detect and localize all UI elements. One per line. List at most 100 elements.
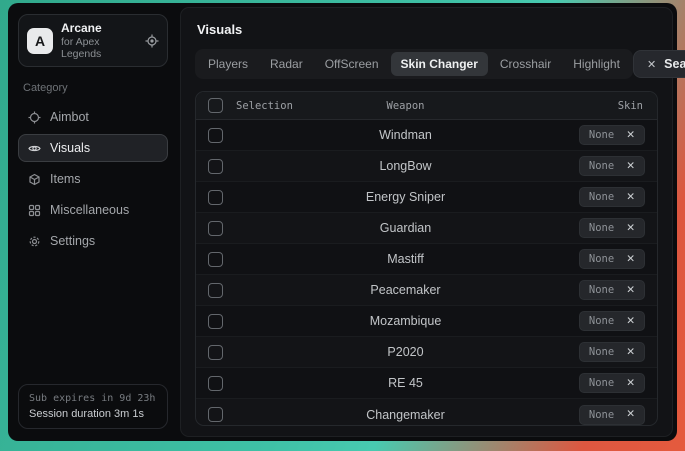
- tab-crosshair[interactable]: Crosshair: [490, 52, 561, 76]
- gear-icon: [28, 235, 41, 248]
- crosshair-icon: [28, 111, 41, 124]
- clear-skin-icon[interactable]: ✕: [626, 409, 635, 420]
- clear-skin-icon[interactable]: ✕: [626, 378, 635, 389]
- row-checkbox[interactable]: [208, 376, 223, 391]
- skin-select[interactable]: None ✕: [579, 405, 645, 425]
- weapon-name: Windman: [344, 128, 467, 142]
- row-checkbox[interactable]: [208, 159, 223, 174]
- search-button-label: Search: [664, 57, 685, 71]
- app-name: Arcane: [61, 21, 137, 35]
- sidebar-item-label: Visuals: [50, 141, 90, 155]
- main-panel: Visuals Players Radar OffScreen Skin Cha…: [180, 7, 673, 437]
- sidebar-item-items[interactable]: Items: [18, 165, 168, 193]
- skin-select[interactable]: None ✕: [579, 218, 645, 238]
- tab-skin-changer[interactable]: Skin Changer: [391, 52, 488, 76]
- sidebar-item-label: Aimbot: [50, 110, 89, 124]
- row-checkbox[interactable]: [208, 407, 223, 422]
- skin-value: None: [589, 315, 614, 327]
- eye-icon: [28, 142, 41, 155]
- table-header-row: Selection Weapon Skin: [196, 92, 657, 120]
- clear-skin-icon[interactable]: ✕: [626, 223, 635, 234]
- skin-value: None: [589, 222, 614, 234]
- weapon-name: Peacemaker: [344, 283, 467, 297]
- skin-value: None: [589, 191, 614, 203]
- sidebar-item-label: Settings: [50, 234, 95, 248]
- table-row: Energy Sniper None ✕: [196, 182, 657, 213]
- clear-skin-icon[interactable]: ✕: [626, 130, 635, 141]
- app-logo: A: [27, 28, 53, 54]
- page-title: Visuals: [197, 22, 656, 37]
- subscription-info-card: Sub expires in 9d 23h Session duration 3…: [18, 384, 168, 429]
- skin-value: None: [589, 129, 614, 141]
- tab-bar: Players Radar OffScreen Skin Changer Cro…: [195, 49, 633, 79]
- select-all-checkbox[interactable]: [208, 98, 223, 113]
- tab-radar[interactable]: Radar: [260, 52, 313, 76]
- sidebar-item-label: Miscellaneous: [50, 203, 129, 217]
- clear-skin-icon[interactable]: ✕: [626, 347, 635, 358]
- sidebar: A Arcane for Apex Legends Category: [12, 7, 174, 437]
- column-header-weapon: Weapon: [344, 100, 467, 112]
- target-icon[interactable]: [145, 34, 159, 48]
- sidebar-item-visuals[interactable]: Visuals: [18, 134, 168, 162]
- weapon-name: Guardian: [344, 221, 467, 235]
- skin-value: None: [589, 160, 614, 172]
- skin-select[interactable]: None ✕: [579, 373, 645, 393]
- skin-value: None: [589, 253, 614, 265]
- skin-changer-table: Selection Weapon Skin Windman None ✕ Long…: [195, 91, 658, 426]
- table-row: Windman None ✕: [196, 120, 657, 151]
- skin-select[interactable]: None ✕: [579, 125, 645, 145]
- tab-highlight[interactable]: Highlight: [563, 52, 630, 76]
- row-checkbox[interactable]: [208, 190, 223, 205]
- skin-value: None: [589, 284, 614, 296]
- skin-select[interactable]: None ✕: [579, 311, 645, 331]
- search-icon: ✕: [647, 58, 656, 71]
- sidebar-item-miscellaneous[interactable]: Miscellaneous: [18, 196, 168, 224]
- table-row: Guardian None ✕: [196, 213, 657, 244]
- table-row: Changemaker None✕: [196, 399, 657, 426]
- table-row: P2020 None✕: [196, 337, 657, 368]
- weapon-name: Energy Sniper: [344, 190, 467, 204]
- table-row: Peacemaker None ✕: [196, 275, 657, 306]
- skin-select[interactable]: None ✕: [579, 156, 645, 176]
- row-checkbox[interactable]: [208, 221, 223, 236]
- row-checkbox[interactable]: [208, 283, 223, 298]
- skin-select[interactable]: None ✕: [579, 280, 645, 300]
- clear-skin-icon[interactable]: ✕: [626, 316, 635, 327]
- tab-offscreen[interactable]: OffScreen: [315, 52, 389, 76]
- row-checkbox[interactable]: [208, 252, 223, 267]
- weapon-name: RE 45: [344, 376, 467, 390]
- sidebar-item-aimbot[interactable]: Aimbot: [18, 103, 168, 131]
- search-button[interactable]: ✕ Search: [633, 50, 685, 78]
- app-window: A Arcane for Apex Legends Category: [8, 3, 677, 441]
- clear-skin-icon[interactable]: ✕: [626, 192, 635, 203]
- box-icon: [28, 173, 41, 186]
- weapon-name: Mozambique: [344, 314, 467, 328]
- row-checkbox[interactable]: [208, 128, 223, 143]
- grid-icon: [28, 204, 41, 217]
- row-checkbox[interactable]: [208, 314, 223, 329]
- skin-value: None: [589, 409, 614, 421]
- table-row: LongBow None ✕: [196, 151, 657, 182]
- column-header-skin: Skin: [467, 100, 657, 112]
- session-duration-text: Session duration 3m 1s: [29, 408, 157, 420]
- clear-skin-icon[interactable]: ✕: [626, 254, 635, 265]
- row-checkbox[interactable]: [208, 345, 223, 360]
- sidebar-item-settings[interactable]: Settings: [18, 227, 168, 255]
- column-header-selection: Selection: [236, 100, 344, 112]
- clear-skin-icon[interactable]: ✕: [626, 285, 635, 296]
- table-row: RE 45 None ✕: [196, 368, 657, 399]
- skin-select[interactable]: None✕: [579, 342, 645, 362]
- tabs-row: Players Radar OffScreen Skin Changer Cro…: [195, 49, 658, 79]
- skin-value: None: [589, 377, 614, 389]
- weapon-name: LongBow: [344, 159, 467, 173]
- tab-players[interactable]: Players: [198, 52, 258, 76]
- sidebar-item-label: Items: [50, 172, 81, 186]
- clear-skin-icon[interactable]: ✕: [626, 161, 635, 172]
- table-row: Mozambique None ✕: [196, 306, 657, 337]
- skin-select[interactable]: None ✕: [579, 249, 645, 269]
- weapon-name: Mastiff: [344, 252, 467, 266]
- table-row: Mastiff None ✕: [196, 244, 657, 275]
- skin-select[interactable]: None ✕: [579, 187, 645, 207]
- weapon-name: P2020: [344, 345, 467, 359]
- sub-expiry-text: Sub expires in 9d 23h: [29, 393, 157, 404]
